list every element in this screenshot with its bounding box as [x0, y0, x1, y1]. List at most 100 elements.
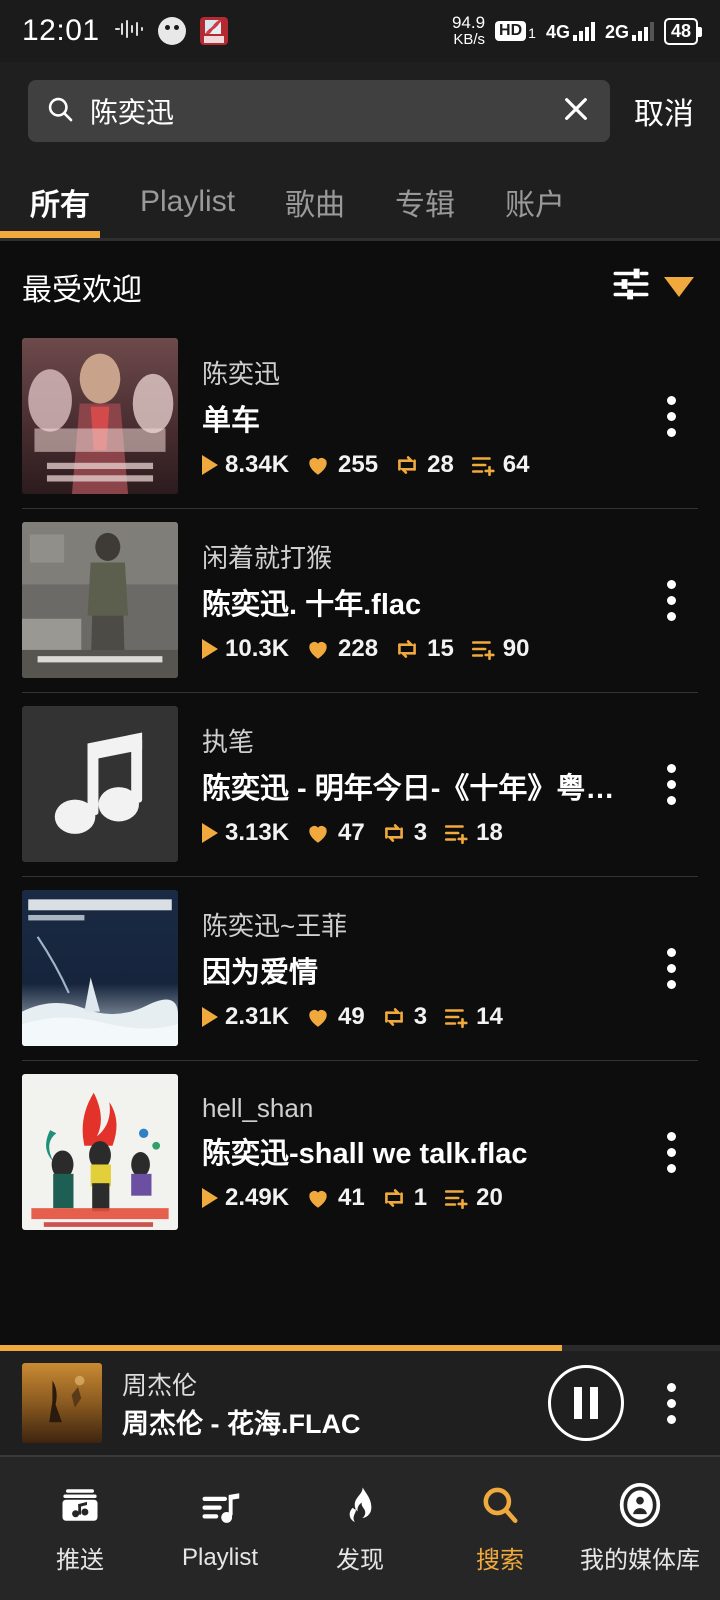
table-row[interactable]: 陈奕迅 单车 8.34K 255 28 — [0, 324, 720, 508]
cancel-button[interactable]: 取消 — [628, 89, 700, 133]
reposts-count: 15 — [427, 635, 454, 663]
track-meta: 陈奕迅 单车 8.34K 255 28 — [202, 354, 620, 479]
plays-count: 8.34K — [225, 451, 289, 479]
tab-albums[interactable]: 专辑 — [387, 174, 463, 230]
tab-songs[interactable]: 歌曲 — [277, 174, 353, 230]
stat-plays: 10.3K — [202, 635, 289, 663]
nav-item-search[interactable]: 搜索 — [430, 1482, 570, 1575]
track-stats: 10.3K 228 15 90 — [202, 635, 620, 663]
tab-playlist[interactable]: Playlist — [132, 179, 243, 225]
likes-count: 47 — [338, 819, 365, 847]
network-speed: 94.9 KB/s — [452, 14, 485, 48]
mini-player-artist: 周杰伦 — [122, 1366, 528, 1402]
album-art[interactable] — [22, 522, 178, 678]
add-to-playlist-icon — [470, 636, 496, 662]
table-row[interactable]: hell_shan 陈奕迅-shall we talk.flac 2.49K 4… — [0, 1060, 720, 1244]
reposts-count: 3 — [414, 819, 427, 847]
sliders-icon[interactable] — [610, 263, 652, 310]
flame-icon — [337, 1482, 383, 1528]
track-meta: 闲着就打猴 陈奕迅. 十年.flac 10.3K 228 15 — [202, 538, 620, 663]
add-to-playlist-icon — [443, 1004, 469, 1030]
search-bar: 陈奕迅 取消 — [0, 62, 720, 156]
nav-item-library[interactable]: 我的媒体库 — [570, 1482, 710, 1575]
adds-count: 64 — [503, 451, 530, 479]
plays-count: 2.49K — [225, 1184, 289, 1212]
kebab-menu-icon[interactable] — [644, 1132, 698, 1173]
chevron-down-icon[interactable] — [664, 277, 694, 297]
table-row[interactable]: 闲着就打猴 陈奕迅. 十年.flac 10.3K 228 15 — [0, 508, 720, 692]
status-bar-right: 94.9 KB/s HD 1 4G 2G 48 — [452, 14, 698, 48]
adds-count: 14 — [476, 1003, 503, 1031]
repeat-icon — [381, 1004, 407, 1030]
section-tools — [610, 263, 694, 310]
music-note-icon — [22, 706, 178, 862]
stat-plays: 3.13K — [202, 819, 289, 847]
kebab-menu-icon[interactable] — [644, 396, 698, 437]
stat-reposts: 3 — [381, 819, 427, 847]
nav-item-discover[interactable]: 发现 — [290, 1482, 430, 1575]
adds-count: 20 — [476, 1184, 503, 1212]
stat-adds: 64 — [470, 451, 530, 479]
stat-likes: 228 — [305, 635, 378, 663]
hd-label: HD — [495, 21, 526, 41]
nav-label-push: 推送 — [56, 1540, 104, 1575]
album-art-placeholder[interactable] — [22, 706, 178, 862]
signal-bars-icon — [573, 21, 595, 41]
tab-all[interactable]: 所有 — [22, 174, 98, 230]
signal-bars-icon — [632, 21, 654, 41]
red-app-icon — [200, 17, 228, 45]
album-art[interactable] — [22, 890, 178, 1046]
stat-plays: 8.34K — [202, 451, 289, 479]
table-row[interactable]: 陈奕迅~王菲 因为爱情 2.31K 49 3 — [0, 876, 720, 1060]
kebab-menu-icon[interactable] — [644, 948, 698, 989]
likes-count: 255 — [338, 451, 378, 479]
network-speed-value: 94.9 — [452, 13, 485, 32]
signal-sim1: 4G — [546, 21, 595, 41]
add-to-playlist-icon — [443, 820, 469, 846]
uploader-name: 闲着就打猴 — [202, 538, 620, 575]
track-stats: 2.31K 49 3 14 — [202, 1003, 620, 1031]
search-input-value: 陈奕迅 — [90, 91, 544, 131]
uploader-name: 陈奕迅~王菲 — [202, 906, 620, 943]
album-art[interactable] — [22, 338, 178, 494]
add-to-playlist-icon — [443, 1185, 469, 1211]
kebab-menu-icon[interactable] — [644, 580, 698, 621]
table-row[interactable]: 执笔 陈奕迅 - 明年今日-《十年》粤语版《贱精... 3.13K 47 3 — [0, 692, 720, 876]
add-to-playlist-icon — [470, 452, 496, 478]
stat-likes: 41 — [305, 1184, 365, 1212]
track-title: 单车 — [202, 397, 620, 439]
track-title: 因为爱情 — [202, 949, 620, 991]
tab-active-indicator — [0, 231, 100, 238]
repeat-icon — [381, 820, 407, 846]
album-art[interactable] — [22, 1074, 178, 1230]
stat-likes: 255 — [305, 451, 378, 479]
track-title: 陈奕迅-shall we talk.flac — [202, 1130, 620, 1172]
tab-accounts[interactable]: 账户 — [497, 174, 573, 230]
nav-item-push[interactable]: 推送 — [10, 1482, 150, 1575]
kebab-menu-icon[interactable] — [644, 1383, 698, 1424]
likes-count: 41 — [338, 1184, 365, 1212]
bottom-navigation: 推送 Playlist 发现 — [0, 1455, 720, 1600]
repeat-icon — [394, 452, 420, 478]
nav-item-playlist[interactable]: Playlist — [150, 1486, 290, 1572]
section-header: 最受欢迎 — [0, 241, 720, 324]
mini-player-album-art[interactable] — [22, 1363, 102, 1443]
stat-likes: 47 — [305, 819, 365, 847]
stat-likes: 49 — [305, 1003, 365, 1031]
heart-icon — [305, 820, 331, 846]
mini-player-bar[interactable]: 周杰伦 周杰伦 - 花海.FLAC — [0, 1351, 720, 1455]
plays-count: 10.3K — [225, 635, 289, 663]
pause-icon[interactable] — [548, 1365, 624, 1441]
play-icon — [202, 1188, 218, 1208]
stat-plays: 2.49K — [202, 1184, 289, 1212]
status-bar-clock: 12:01 — [22, 14, 100, 48]
close-icon[interactable] — [560, 93, 592, 130]
nav-label-discover: 发现 — [336, 1540, 384, 1575]
track-meta: hell_shan 陈奕迅-shall we talk.flac 2.49K 4… — [202, 1093, 620, 1212]
waveform-icon — [114, 19, 144, 44]
search-input[interactable]: 陈奕迅 — [28, 80, 610, 142]
heart-icon — [305, 1004, 331, 1030]
kebab-menu-icon[interactable] — [644, 764, 698, 805]
heart-icon — [305, 1185, 331, 1211]
track-stats: 2.49K 41 1 20 — [202, 1184, 620, 1212]
